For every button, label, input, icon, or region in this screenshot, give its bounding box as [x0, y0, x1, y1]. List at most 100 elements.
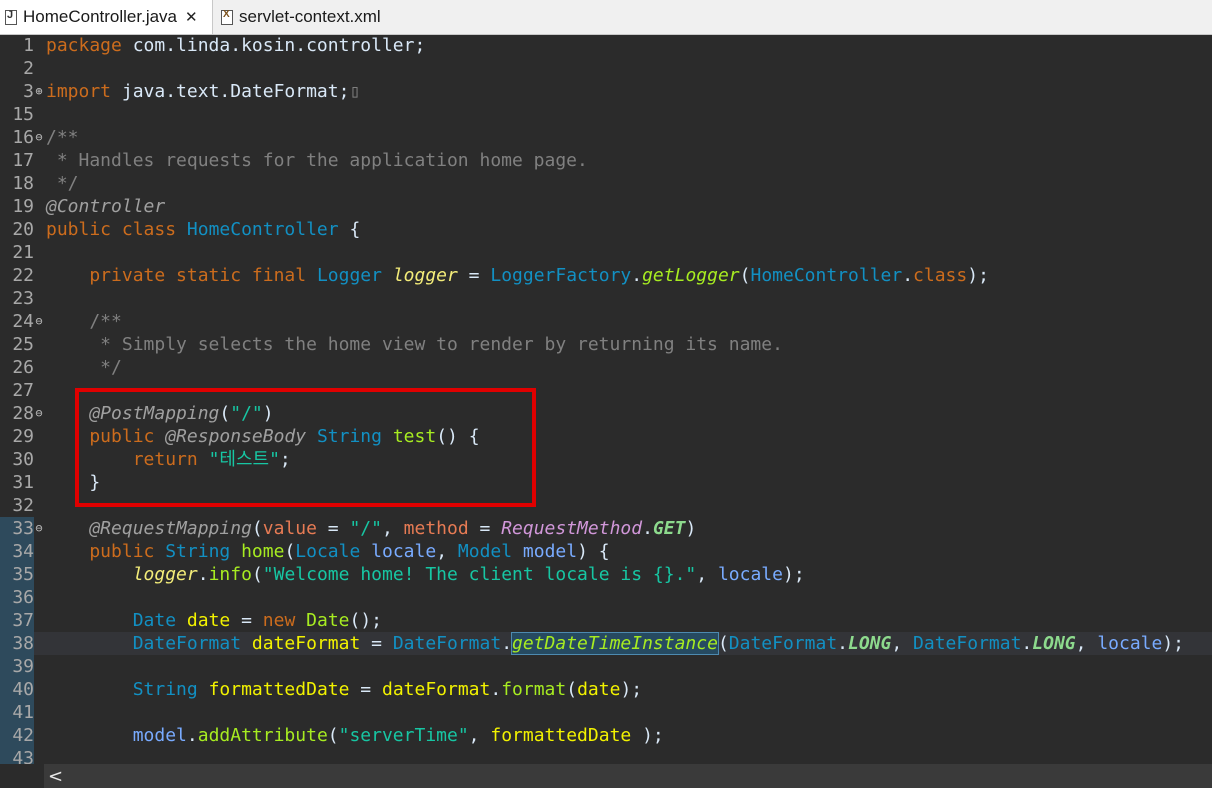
tab-servlet-context-xml[interactable]: servlet-context.xml: [216, 0, 416, 34]
code-token: class: [913, 265, 968, 286]
code-line[interactable]: 39: [0, 655, 1212, 678]
code-token: =: [457, 265, 491, 286]
code-token: model: [522, 541, 578, 562]
code-token: LONG: [1032, 633, 1076, 654]
code-text: * Simply selects the home view to render…: [46, 333, 783, 356]
horizontal-scrollbar[interactable]: <: [0, 764, 1212, 788]
code-line[interactable]: 23: [0, 287, 1212, 310]
line-number: 39: [0, 655, 34, 678]
tab-homecontroller-java[interactable]: HomeController.java ✕: [0, 0, 213, 34]
code-line[interactable]: 20 public class HomeController {: [0, 218, 1212, 241]
code-token: (: [566, 679, 578, 700]
code-token: locale: [717, 564, 783, 585]
code-line[interactable]: 42 model.addAttribute("serverTime", form…: [0, 724, 1212, 747]
code-line[interactable]: 37 Date date = new Date();: [0, 609, 1212, 632]
code-token: addAttribute: [197, 725, 328, 746]
code-token: java.text.DateFormat;: [111, 81, 350, 102]
code-line[interactable]: 3 ⊕ import java.text.DateFormat;▯: [0, 80, 1212, 103]
code-line[interactable]: 41: [0, 701, 1212, 724]
code-line[interactable]: 34 public String home(Locale locale, Mod…: [0, 540, 1212, 563]
line-number: 25: [12, 334, 34, 355]
code-line[interactable]: 35 logger.info("Welcome home! The client…: [0, 563, 1212, 586]
code-token: ,: [468, 725, 491, 746]
code-token: DateFormat: [392, 633, 502, 654]
code-token: .: [501, 633, 513, 654]
code-token: public: [46, 541, 166, 562]
code-text: model.addAttribute("serverTime", formatt…: [46, 724, 664, 747]
code-token: getDateTimeInstance: [511, 632, 719, 655]
line-number: 27: [12, 380, 34, 401]
code-token: dateFormat: [251, 633, 361, 654]
code-token: @Controller: [46, 196, 166, 217]
code-line[interactable]: 17 * Handles requests for the applicatio…: [0, 149, 1212, 172]
code-line[interactable]: 38 DateFormat dateFormat = DateFormat.ge…: [0, 632, 1212, 655]
fold-toggle-icon[interactable]: ⊖: [34, 402, 44, 425]
scroll-left-icon[interactable]: <: [48, 766, 63, 787]
code-token: package: [46, 35, 122, 56]
code-line[interactable]: 33 ⊖ @RequestMapping(value = "/", method …: [0, 517, 1212, 540]
line-number: 35: [0, 563, 34, 586]
code-token: */: [46, 357, 122, 378]
code-line[interactable]: 18 */: [0, 172, 1212, 195]
code-line[interactable]: 1 package com.linda.kosin.controller;: [0, 34, 1212, 57]
code-line[interactable]: 22 private static final Logger logger = …: [0, 264, 1212, 287]
code-token: {: [338, 219, 361, 240]
code-token: * Handles requests for the application h…: [46, 150, 588, 171]
code-line[interactable]: 15: [0, 103, 1212, 126]
code-token: logger: [132, 564, 198, 585]
code-line[interactable]: 26 */: [0, 356, 1212, 379]
code-token: Date: [132, 610, 177, 631]
code-token: .: [197, 564, 209, 585]
code-text: */: [46, 356, 122, 379]
code-token: ▯: [349, 81, 361, 102]
code-text: DateFormat dateFormat = DateFormat.getDa…: [46, 632, 1184, 655]
code-token: "/": [349, 518, 382, 539]
code-line[interactable]: 36: [0, 586, 1212, 609]
close-tab-icon[interactable]: ✕: [185, 8, 198, 26]
code-line[interactable]: 16 ⊖/**: [0, 126, 1212, 149]
code-token: =: [468, 518, 502, 539]
fold-toggle-icon[interactable]: ⊖: [34, 126, 44, 149]
code-line[interactable]: 43: [0, 747, 1212, 764]
code-token: DateFormat: [913, 633, 1022, 654]
code-token: (: [251, 518, 263, 539]
code-token: * Simply selects the home view to render…: [46, 334, 783, 355]
code-line[interactable]: 40 String formattedDate = dateFormat.for…: [0, 678, 1212, 701]
code-token: ,: [1075, 633, 1098, 654]
fold-toggle-icon[interactable]: ⊖: [34, 310, 44, 333]
code-token: );: [631, 725, 664, 746]
line-number: 19: [12, 196, 34, 217]
code-token: DateFormat: [728, 633, 838, 654]
line-number: 28: [12, 403, 34, 424]
code-line[interactable]: 21: [0, 241, 1212, 264]
code-token: );: [620, 679, 643, 700]
code-text: Date date = new Date();: [46, 609, 382, 632]
code-token: "serverTime": [338, 725, 469, 746]
code-token: */: [46, 173, 79, 194]
code-line[interactable]: 2: [0, 57, 1212, 80]
code-token: logger: [392, 265, 458, 286]
fold-toggle-icon[interactable]: ⊖: [34, 517, 44, 540]
line-number: 42: [0, 724, 34, 747]
code-token: locale: [371, 541, 437, 562]
code-token: "Welcome home! The client locale is {}.": [262, 564, 697, 585]
line-number: 30: [12, 449, 34, 470]
line-number: 15: [12, 104, 34, 125]
code-token: RequestMethod: [501, 518, 643, 539]
fold-toggle-icon[interactable]: ⊕: [34, 80, 44, 103]
code-token: import: [46, 81, 112, 102]
line-number: 23: [12, 288, 34, 309]
code-line[interactable]: 19 @Controller: [0, 195, 1212, 218]
code-token: ,: [696, 564, 718, 585]
code-line[interactable]: 24 ⊖ /**: [0, 310, 1212, 333]
code-line[interactable]: 25 * Simply selects the home view to ren…: [0, 333, 1212, 356]
code-token: ();: [349, 610, 383, 631]
code-token: formattedDate: [490, 725, 632, 746]
code-token: ) {: [577, 541, 610, 562]
